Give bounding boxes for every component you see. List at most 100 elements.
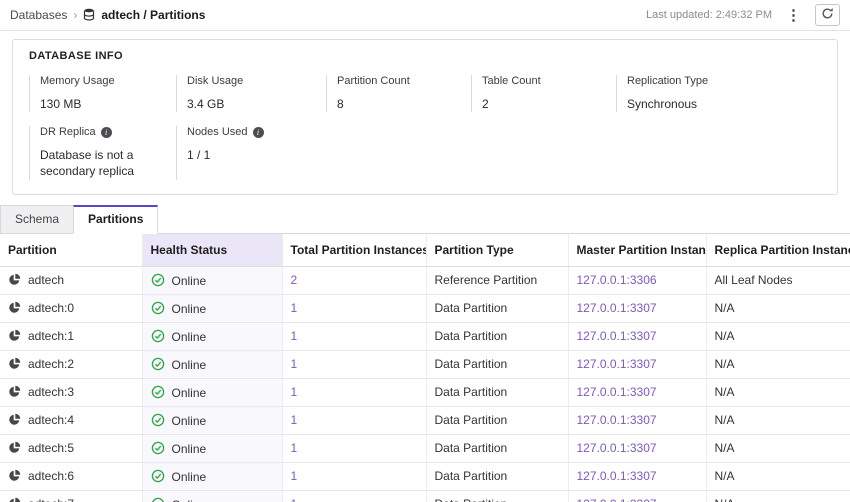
partition-type-cell: Data Partition [426,490,568,502]
partition-type-cell: Data Partition [426,462,568,490]
total-instances-link[interactable]: 1 [291,469,298,483]
partition-type-cell: Data Partition [426,322,568,350]
stat-label: Memory Usage [40,75,176,87]
kebab-menu-icon[interactable]: ⋮ [784,6,803,24]
total-instances-cell: 1 [282,294,426,322]
stat-label: Nodes Used i [187,126,326,138]
partition-name: adtech:7 [28,497,74,502]
stat-memory-usage: Memory Usage130 MB [29,75,176,112]
master-instance-cell: 127.0.0.1:3307 [568,462,706,490]
stat-label: Disk Usage [187,75,326,87]
table-row: adtech:7 Online 1 Data Partition 127.0.0.1:3… [0,490,850,502]
column-header-health-status[interactable]: Health Status [142,234,282,267]
total-instances-link[interactable]: 1 [291,441,298,455]
partition-name: adtech [28,273,64,287]
partition-name: adtech:6 [28,469,74,483]
replica-instance-cell: N/A [706,490,850,502]
total-instances-link[interactable]: 1 [291,329,298,343]
master-instance-link[interactable]: 127.0.0.1:3307 [577,469,657,483]
online-check-icon [151,386,165,400]
total-instances-link[interactable]: 1 [291,385,298,399]
total-instances-link[interactable]: 1 [291,357,298,371]
total-instances-link[interactable]: 1 [291,497,298,502]
total-instances-cell: 1 [282,378,426,406]
info-icon[interactable]: i [253,127,264,138]
column-header-partition-type[interactable]: Partition Type [426,234,568,267]
online-check-icon [151,442,165,456]
stat-label-text: DR Replica [40,126,96,138]
last-updated-text: Last updated: 2:49:32 PM [646,9,772,21]
stat-label: DR Replica i [40,126,176,138]
master-instance-cell: 127.0.0.1:3307 [568,294,706,322]
total-instances-cell: 1 [282,350,426,378]
partition-pie-icon [8,413,21,427]
master-instance-link[interactable]: 127.0.0.1:3307 [577,329,657,343]
replica-instance-cell: N/A [706,378,850,406]
topbar-actions: Last updated: 2:49:32 PM ⋮ [646,4,840,26]
partition-cell: adtech:0 [0,294,142,322]
app-window: Databases › adtech / Partitions Last upd… [0,0,850,502]
refresh-icon [821,7,834,23]
partition-cell: adtech:2 [0,350,142,378]
partition-cell: adtech:7 [0,490,142,502]
health-status-cell: Online [142,462,282,490]
master-instance-link[interactable]: 127.0.0.1:3307 [577,441,657,455]
breadcrumb-databases-link[interactable]: Databases [10,8,67,22]
stat-dr-replica: DR ReplicaiDatabase is not a secondary r… [29,126,176,179]
column-header-replica-partition-instance[interactable]: Replica Partition Instance ... [706,234,850,267]
master-instance-cell: 127.0.0.1:3307 [568,490,706,502]
partition-pie-icon [8,469,21,483]
master-instance-cell: 127.0.0.1:3307 [568,350,706,378]
stat-value: 3.4 GB [187,96,326,112]
health-status-label: Online [172,330,207,344]
stat-label-text: Replication Type [627,75,708,87]
partition-cell: adtech:6 [0,462,142,490]
tab-partitions[interactable]: Partitions [73,205,158,234]
replica-instance-cell: N/A [706,294,850,322]
refresh-button[interactable] [815,4,840,26]
health-status-cell: Online [142,294,282,322]
master-instance-link[interactable]: 127.0.0.1:3306 [577,273,657,287]
partition-pie-icon [8,385,21,399]
master-instance-link[interactable]: 127.0.0.1:3307 [577,497,657,502]
info-icon[interactable]: i [101,127,112,138]
health-status-label: Online [172,414,207,428]
column-header-master-partition-instance[interactable]: Master Partition Instance ... [568,234,706,267]
online-check-icon [151,414,165,428]
column-header-partition[interactable]: Partition [0,234,142,267]
column-header-total-partition-instances[interactable]: Total Partition Instances [282,234,426,267]
stat-replication-type: Replication TypeSynchronous [616,75,821,112]
table-row: adtech:1 Online 1 Data Partition 127.0.0.1:3… [0,322,850,350]
breadcrumb-separator: › [73,8,77,22]
master-instance-link[interactable]: 127.0.0.1:3307 [577,357,657,371]
tab-bar: Schema Partitions [0,205,850,234]
partition-type-cell: Data Partition [426,294,568,322]
tab-schema[interactable]: Schema [0,205,74,233]
partition-cell: adtech:1 [0,322,142,350]
breadcrumb-current: adtech / Partitions [101,8,205,22]
partition-cell: adtech:4 [0,406,142,434]
health-status-cell: Online [142,434,282,462]
master-instance-cell: 127.0.0.1:3307 [568,434,706,462]
total-instances-link[interactable]: 1 [291,413,298,427]
health-status-label: Online [172,274,207,288]
health-status-cell: Online [142,490,282,502]
stat-label-text: Partition Count [337,75,410,87]
partition-pie-icon [8,441,21,455]
stat-value: 1 / 1 [187,147,326,163]
master-instance-link[interactable]: 127.0.0.1:3307 [577,385,657,399]
partition-type-cell: Data Partition [426,378,568,406]
master-instance-link[interactable]: 127.0.0.1:3307 [577,413,657,427]
stat-label-text: Nodes Used [187,126,248,138]
online-check-icon [151,498,165,502]
partition-name: adtech:4 [28,413,74,427]
replica-instance-cell: N/A [706,434,850,462]
table-row: adtech:3Online1Data Partition127.0.0.1:3… [0,378,850,406]
master-instance-link[interactable]: 127.0.0.1:3307 [577,301,657,315]
database-icon [83,8,95,22]
partition-pie-icon [8,329,21,343]
table-row: adtech:5Online1Data Partition127.0.0.1:3… [0,434,850,462]
online-check-icon [151,358,165,372]
total-instances-link[interactable]: 2 [291,273,298,287]
total-instances-link[interactable]: 1 [291,301,298,315]
